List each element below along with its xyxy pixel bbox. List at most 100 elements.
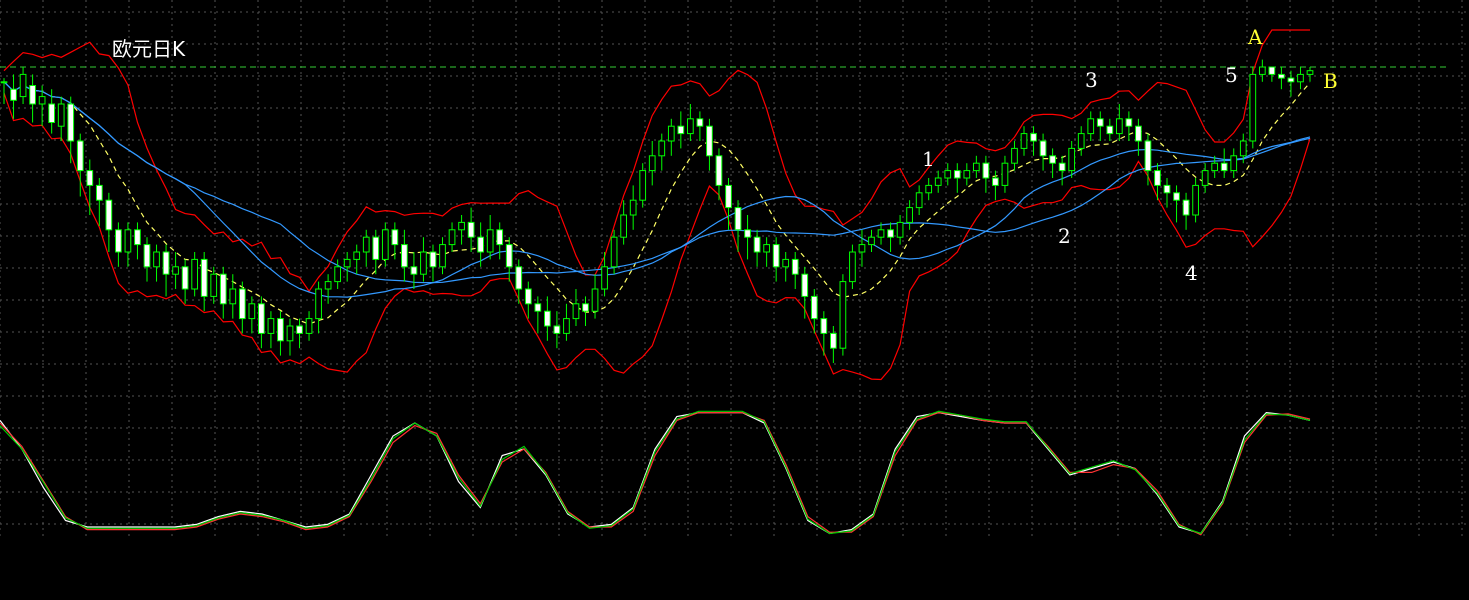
candle xyxy=(267,311,275,349)
candle-body xyxy=(172,266,179,275)
candle-body xyxy=(858,244,866,253)
candle xyxy=(534,296,542,334)
candle xyxy=(429,244,437,282)
candle-body xyxy=(143,244,151,268)
candle-body xyxy=(181,266,189,290)
candle-body xyxy=(944,170,952,179)
candle xyxy=(496,222,504,260)
candle xyxy=(648,141,656,186)
candle xyxy=(448,222,456,252)
candle xyxy=(1087,111,1095,141)
candle-body xyxy=(362,236,370,253)
candle-body xyxy=(887,229,894,238)
wave-label: 3 xyxy=(1085,68,1098,92)
candle xyxy=(315,281,322,334)
candle-body xyxy=(658,140,666,157)
candle-body xyxy=(810,295,818,320)
candle-body xyxy=(401,244,408,268)
candle xyxy=(706,118,713,171)
candle xyxy=(1049,148,1056,178)
candle-body xyxy=(849,251,856,283)
candle xyxy=(1173,185,1180,223)
candle xyxy=(667,118,675,156)
candle xyxy=(238,281,246,334)
wave-label: A xyxy=(1247,25,1263,49)
candle xyxy=(934,170,942,193)
candle-body xyxy=(57,103,65,127)
candle xyxy=(229,274,237,319)
candle xyxy=(582,296,589,326)
wave-label: 2 xyxy=(1058,224,1071,248)
candle-body xyxy=(868,236,875,246)
candle xyxy=(572,289,580,326)
candle-body xyxy=(1087,118,1095,135)
candle-body xyxy=(1192,184,1199,216)
candle-body xyxy=(219,273,227,305)
candle xyxy=(391,222,399,260)
candle xyxy=(1306,67,1314,82)
candle-body xyxy=(677,125,685,135)
candle-body xyxy=(477,236,485,253)
candle-body xyxy=(553,325,561,334)
candle-body xyxy=(505,244,513,268)
candle-body xyxy=(1230,155,1238,172)
candle-body xyxy=(877,229,885,238)
candle-body xyxy=(1258,66,1266,75)
candle-body xyxy=(829,332,837,349)
candle-body xyxy=(10,88,17,101)
candle-body xyxy=(458,221,465,231)
candle-body xyxy=(210,273,218,297)
candle xyxy=(1163,178,1171,208)
candle xyxy=(1058,155,1066,186)
candle xyxy=(277,311,284,356)
wave-labels: 1 2 3 4 5A B xyxy=(922,25,1338,285)
candle xyxy=(200,252,208,312)
candle-body xyxy=(200,258,208,297)
candle-body xyxy=(534,303,542,312)
candle xyxy=(544,296,551,341)
candle-body xyxy=(515,266,523,290)
wave-label: 4 xyxy=(1185,261,1198,285)
candle xyxy=(925,178,933,201)
candle-body xyxy=(48,103,56,123)
candle-body xyxy=(667,125,675,142)
candle-body xyxy=(734,207,742,231)
candle-body xyxy=(381,229,389,260)
candle xyxy=(1144,133,1152,186)
candle xyxy=(801,266,809,319)
candle xyxy=(458,215,465,245)
candle-body xyxy=(791,258,799,275)
candle xyxy=(1020,126,1028,156)
candle xyxy=(1096,111,1104,141)
chart-title: 欧元日K xyxy=(112,37,186,61)
candle xyxy=(658,133,666,171)
chart-grid xyxy=(0,0,1469,540)
candle-body xyxy=(1306,70,1314,75)
candle xyxy=(629,185,637,230)
candle-body xyxy=(343,258,351,268)
candle-body xyxy=(1135,125,1142,142)
candle-body xyxy=(524,288,532,305)
candle-body xyxy=(134,229,141,246)
candle xyxy=(305,311,313,341)
candle-body xyxy=(1106,125,1114,135)
candle xyxy=(1011,141,1018,171)
candle xyxy=(725,178,732,230)
oscillator-line xyxy=(0,411,1311,535)
candle xyxy=(791,252,799,289)
candle-body xyxy=(715,155,723,186)
candle xyxy=(134,222,141,260)
candle xyxy=(29,74,36,123)
candle xyxy=(124,222,132,267)
candle xyxy=(162,244,170,297)
candle-body xyxy=(334,266,342,283)
wave-label: 5 xyxy=(1225,63,1238,87)
candle-body xyxy=(1163,184,1171,194)
candle-body xyxy=(1020,133,1028,149)
candle xyxy=(839,274,847,356)
candle xyxy=(296,318,303,349)
candle-body xyxy=(105,199,113,231)
candle-body xyxy=(744,229,751,238)
candle xyxy=(887,222,894,252)
candle-body xyxy=(0,81,8,84)
